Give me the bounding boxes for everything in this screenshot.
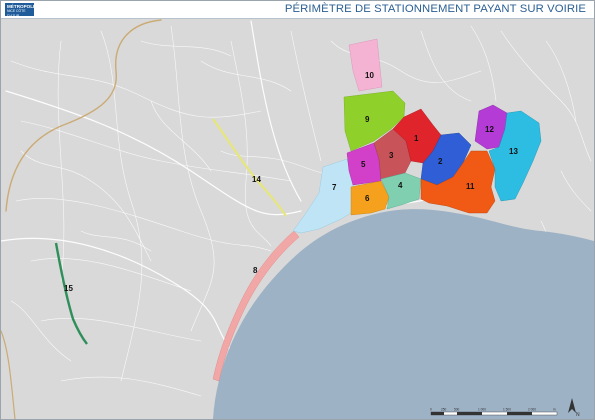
north-arrow-icon: N	[568, 398, 580, 417]
zone-label-10: 10	[365, 71, 374, 80]
scale-tick-2000: 2 000	[528, 408, 536, 412]
zone-label-12: 12	[485, 125, 494, 134]
zone-label-1: 1	[414, 134, 419, 143]
scale-tick-250: 250	[441, 408, 447, 412]
zone-label-14: 14	[252, 175, 261, 184]
zone-label-2: 2	[438, 157, 443, 166]
zone-label-7: 7	[332, 183, 337, 192]
map-title: PÉRIMÈTRE DE STATIONNEMENT PAYANT SUR VO…	[284, 3, 586, 15]
north-label: N	[576, 412, 580, 417]
scale-tick-0: 0	[430, 408, 432, 412]
zone-label-5: 5	[361, 160, 366, 169]
scale-tick-1000: 1 000	[478, 408, 486, 412]
zone-label-4: 4	[398, 181, 403, 190]
zone-label-11: 11	[466, 182, 475, 191]
zone-label-15: 15	[64, 284, 73, 293]
map-frame: 10 9 5 3 1 2 7 6 4 11 12 13 14 8 15 MÉTR…	[0, 0, 595, 420]
zone-label-6: 6	[365, 194, 370, 203]
city-map: 10 9 5 3 1 2 7 6 4 11 12 13 14 8 15	[1, 1, 594, 419]
title-bar: MÉTROPOLE NICE CÔTE D'AZUR PÉRIMÈTRE DE …	[1, 1, 594, 19]
zone-label-3: 3	[389, 151, 394, 160]
logo-line2: NICE CÔTE D'AZUR	[7, 9, 26, 18]
zone-label-9: 9	[365, 115, 370, 124]
scale-unit: m	[553, 408, 556, 412]
scale-tick-500: 500	[454, 408, 460, 412]
scale-bar: 0 250 500 1 000 1 500 2 000 m	[430, 408, 558, 416]
zone-label-8: 8	[253, 266, 258, 275]
metropole-logo: MÉTROPOLE NICE CÔTE D'AZUR	[5, 3, 36, 18]
scale-tick-1500: 1 500	[503, 408, 511, 412]
zone-label-13: 13	[509, 147, 518, 156]
